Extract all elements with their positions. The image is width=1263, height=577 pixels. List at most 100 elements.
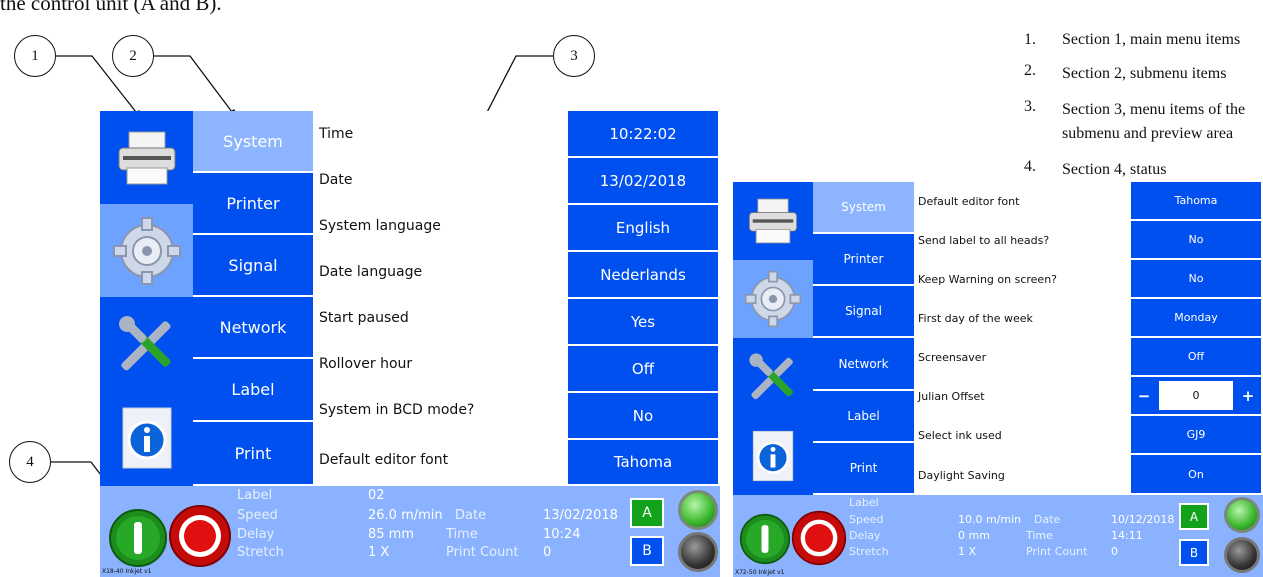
status-speed-label: Speed [237, 508, 278, 523]
submenu-network[interactable]: Network [193, 297, 313, 359]
stop-button[interactable] [168, 504, 232, 568]
settings-values: Tahoma No No Monday Off − 0 + GJ9 On [1131, 182, 1263, 495]
status-speed-value: 26.0 m/min [368, 508, 443, 523]
status-bar: Label Speed 10.0 m/min Date 10/12/2018 D… [733, 495, 1263, 577]
model-label: X18-40 Inkjet v1 [102, 568, 152, 575]
status-date-value: 13/02/2018 [543, 508, 618, 523]
start-button[interactable] [108, 508, 168, 568]
info-icon [752, 430, 794, 481]
julian-offset-value[interactable]: 0 [1159, 381, 1233, 410]
main-menu-info[interactable] [100, 390, 193, 486]
status-label-value: 02 [368, 488, 385, 503]
setting-label-default-font: Default editor font [319, 451, 449, 468]
setting-label-rollover-hour: Rollover hour [319, 356, 413, 372]
settings-values: 10:22:02 13/02/2018 English Nederlands Y… [568, 111, 720, 486]
status-stretch-label: Stretch [849, 545, 889, 558]
submenu-label[interactable]: Label [193, 359, 313, 422]
setting-label-select-ink: Select ink used [918, 429, 1002, 442]
setting-value-system-language[interactable]: English [568, 205, 718, 252]
submenu-signal[interactable]: Signal [193, 235, 313, 297]
setting-value-start-paused[interactable]: Yes [568, 299, 718, 346]
status-date-value: 10/12/2018 [1111, 513, 1175, 526]
main-menu-tools[interactable] [733, 338, 813, 416]
setting-label-date-language: Date language [319, 264, 423, 280]
setting-value-screensaver[interactable]: Off [1131, 338, 1261, 377]
main-menu [733, 182, 813, 495]
submenu-printer[interactable]: Printer [813, 234, 914, 286]
status-delay-value: 85 mm [368, 527, 415, 542]
setting-value-send-label-all-heads[interactable]: No [1131, 221, 1261, 260]
status-stretch-value: 1 X [958, 545, 977, 558]
setting-value-time[interactable]: 10:22:02 [568, 111, 718, 158]
main-menu [100, 111, 193, 486]
setting-value-select-ink[interactable]: GJ9 [1131, 416, 1261, 455]
setting-label-start-paused: Start paused [319, 310, 409, 326]
head-a-status-lamp [678, 490, 718, 530]
status-date-label: Date [455, 508, 487, 523]
main-menu-print[interactable] [733, 182, 813, 260]
stop-button[interactable] [791, 510, 847, 566]
status-print-count-label: Print Count [446, 545, 519, 560]
main-menu-info[interactable] [733, 416, 813, 495]
head-a-button[interactable]: A [1179, 503, 1209, 530]
status-time-label: Time [1026, 529, 1053, 542]
model-label: X72-50 Inkjet v1 [735, 569, 785, 576]
setting-value-default-font[interactable]: Tahoma [1131, 182, 1261, 221]
status-time-value: 14:11 [1111, 529, 1143, 542]
status-label-label: Label [849, 496, 879, 509]
setting-value-date-language[interactable]: Nederlands [568, 252, 718, 299]
legend-item: 3. Section 3, menu items of the submenu a… [1024, 98, 1246, 142]
julian-offset-stepper: − 0 + [1131, 377, 1261, 416]
status-time-value: 10:24 [543, 527, 581, 542]
submenu-label[interactable]: Label [813, 391, 914, 443]
submenu-print[interactable]: Print [813, 443, 914, 495]
setting-value-default-font[interactable]: Tahoma [568, 440, 718, 486]
legend-item: 4. Section 4, status [1024, 158, 1167, 178]
setting-label-time: Time [319, 126, 354, 142]
decrement-button[interactable]: − [1131, 377, 1157, 414]
setting-value-bcd-mode[interactable]: No [568, 393, 718, 440]
printer-icon [118, 131, 175, 184]
gear-icon [744, 270, 802, 328]
settings-labels: Time Date System language Date language … [315, 111, 568, 486]
legend: 1. Section 1, main menu items 2. Section 2… [1024, 30, 1259, 194]
main-menu-settings[interactable] [100, 204, 193, 297]
main-menu-tools[interactable] [100, 297, 193, 390]
control-unit-screen-2: System Printer Signal Network Label Prin… [733, 182, 1263, 577]
increment-button[interactable]: + [1235, 377, 1261, 414]
submenu: System Printer Signal Network Label Prin… [193, 111, 315, 486]
submenu-print[interactable]: Print [193, 422, 313, 486]
setting-value-rollover-hour[interactable]: Off [568, 346, 718, 393]
submenu-system[interactable]: System [813, 182, 914, 234]
setting-label-first-day-week: First day of the week [918, 312, 1033, 325]
printer-icon [748, 198, 798, 244]
submenu: System Printer Signal Network Label Prin… [813, 182, 916, 495]
gear-icon [112, 216, 181, 285]
status-delay-label: Delay [849, 529, 881, 542]
head-b-button[interactable]: B [1179, 539, 1209, 566]
submenu-system[interactable]: System [193, 111, 313, 173]
start-button[interactable] [739, 513, 791, 565]
setting-value-keep-warning[interactable]: No [1131, 260, 1261, 299]
setting-label-screensaver: Screensaver [918, 351, 987, 364]
head-b-button[interactable]: B [630, 536, 664, 566]
main-menu-print[interactable] [100, 111, 193, 204]
submenu-printer[interactable]: Printer [193, 173, 313, 235]
status-date-label: Date [1034, 513, 1061, 526]
setting-label-keep-warning: Keep Warning on screen? [918, 273, 1058, 286]
submenu-network[interactable]: Network [813, 338, 914, 391]
status-speed-label: Speed [849, 513, 884, 526]
setting-value-first-day-week[interactable]: Monday [1131, 299, 1261, 338]
head-a-button[interactable]: A [630, 498, 664, 528]
settings-labels: Default editor font Send label to all he… [916, 182, 1131, 495]
status-label-label: Label [237, 488, 273, 503]
status-print-count-label: Print Count [1026, 545, 1088, 558]
main-menu-settings[interactable] [733, 260, 813, 338]
status-delay-label: Delay [237, 527, 275, 542]
setting-value-daylight-saving[interactable]: On [1131, 455, 1261, 495]
status-stretch-label: Stretch [237, 545, 284, 560]
setting-value-date[interactable]: 13/02/2018 [568, 158, 718, 205]
submenu-signal[interactable]: Signal [813, 286, 914, 338]
info-icon [122, 407, 171, 469]
head-a-status-lamp [1224, 497, 1260, 533]
